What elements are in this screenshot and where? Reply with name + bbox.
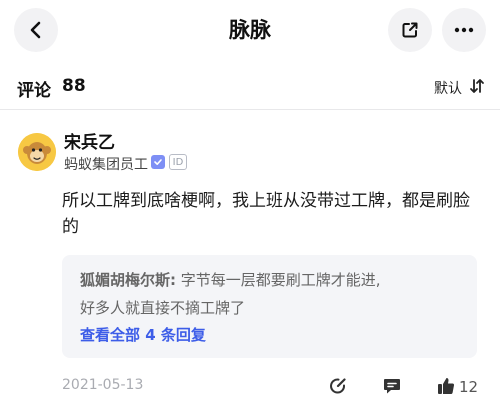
reply-text: 字节每一层都要刷工牌才能进,	[180, 271, 381, 289]
share-icon	[402, 22, 418, 38]
back-arrow-icon	[30, 21, 41, 39]
comment-date: 2021-05-13	[62, 377, 144, 393]
back-button[interactable]	[14, 8, 58, 52]
monkey-avatar-icon	[18, 133, 56, 171]
comment-author[interactable]: 宋兵乙	[64, 128, 115, 153]
id-badge: ID	[169, 154, 187, 170]
page-title: 脉脉	[229, 18, 271, 42]
avatar[interactable]	[18, 133, 56, 171]
checkmark-icon	[154, 159, 162, 165]
reply-preview[interactable]: 狐媚胡梅尔斯: 字节每一层都要刷工牌才能进, 好多人就直接不摘工牌了 查看全部 …	[62, 255, 477, 358]
edit-icon[interactable]	[328, 376, 348, 396]
reply-comment-icon[interactable]	[382, 376, 402, 396]
more-button[interactable]	[442, 8, 486, 52]
thumbs-up-icon[interactable]	[436, 376, 456, 396]
divider	[0, 109, 500, 110]
like-count: 12	[459, 378, 479, 396]
share-button[interactable]	[388, 8, 432, 52]
comments-count: 88	[62, 76, 86, 96]
comments-label: 评论	[17, 81, 51, 101]
more-icon	[454, 27, 474, 33]
comments-header: 评论 88 默认	[0, 66, 500, 106]
reply-author[interactable]: 狐媚胡梅尔斯:	[80, 271, 176, 289]
sort-icon[interactable]	[469, 78, 485, 94]
author-company: 蚂蚁集团员工	[64, 157, 148, 173]
view-all-replies-link[interactable]: 查看全部 4 条回复	[80, 324, 206, 345]
top-bar: 脉脉	[0, 0, 500, 62]
sort-dropdown[interactable]: 默认	[434, 78, 462, 98]
reply-text-continued: 好多人就直接不摘工牌了	[80, 299, 246, 317]
comment-text: 所以工牌到底啥梗啊，我上班从没带过工牌，都是刷脸的	[62, 191, 470, 237]
reply-line: 狐媚胡梅尔斯: 字节每一层都要刷工牌才能进,	[80, 269, 470, 290]
verified-badge	[151, 155, 165, 169]
